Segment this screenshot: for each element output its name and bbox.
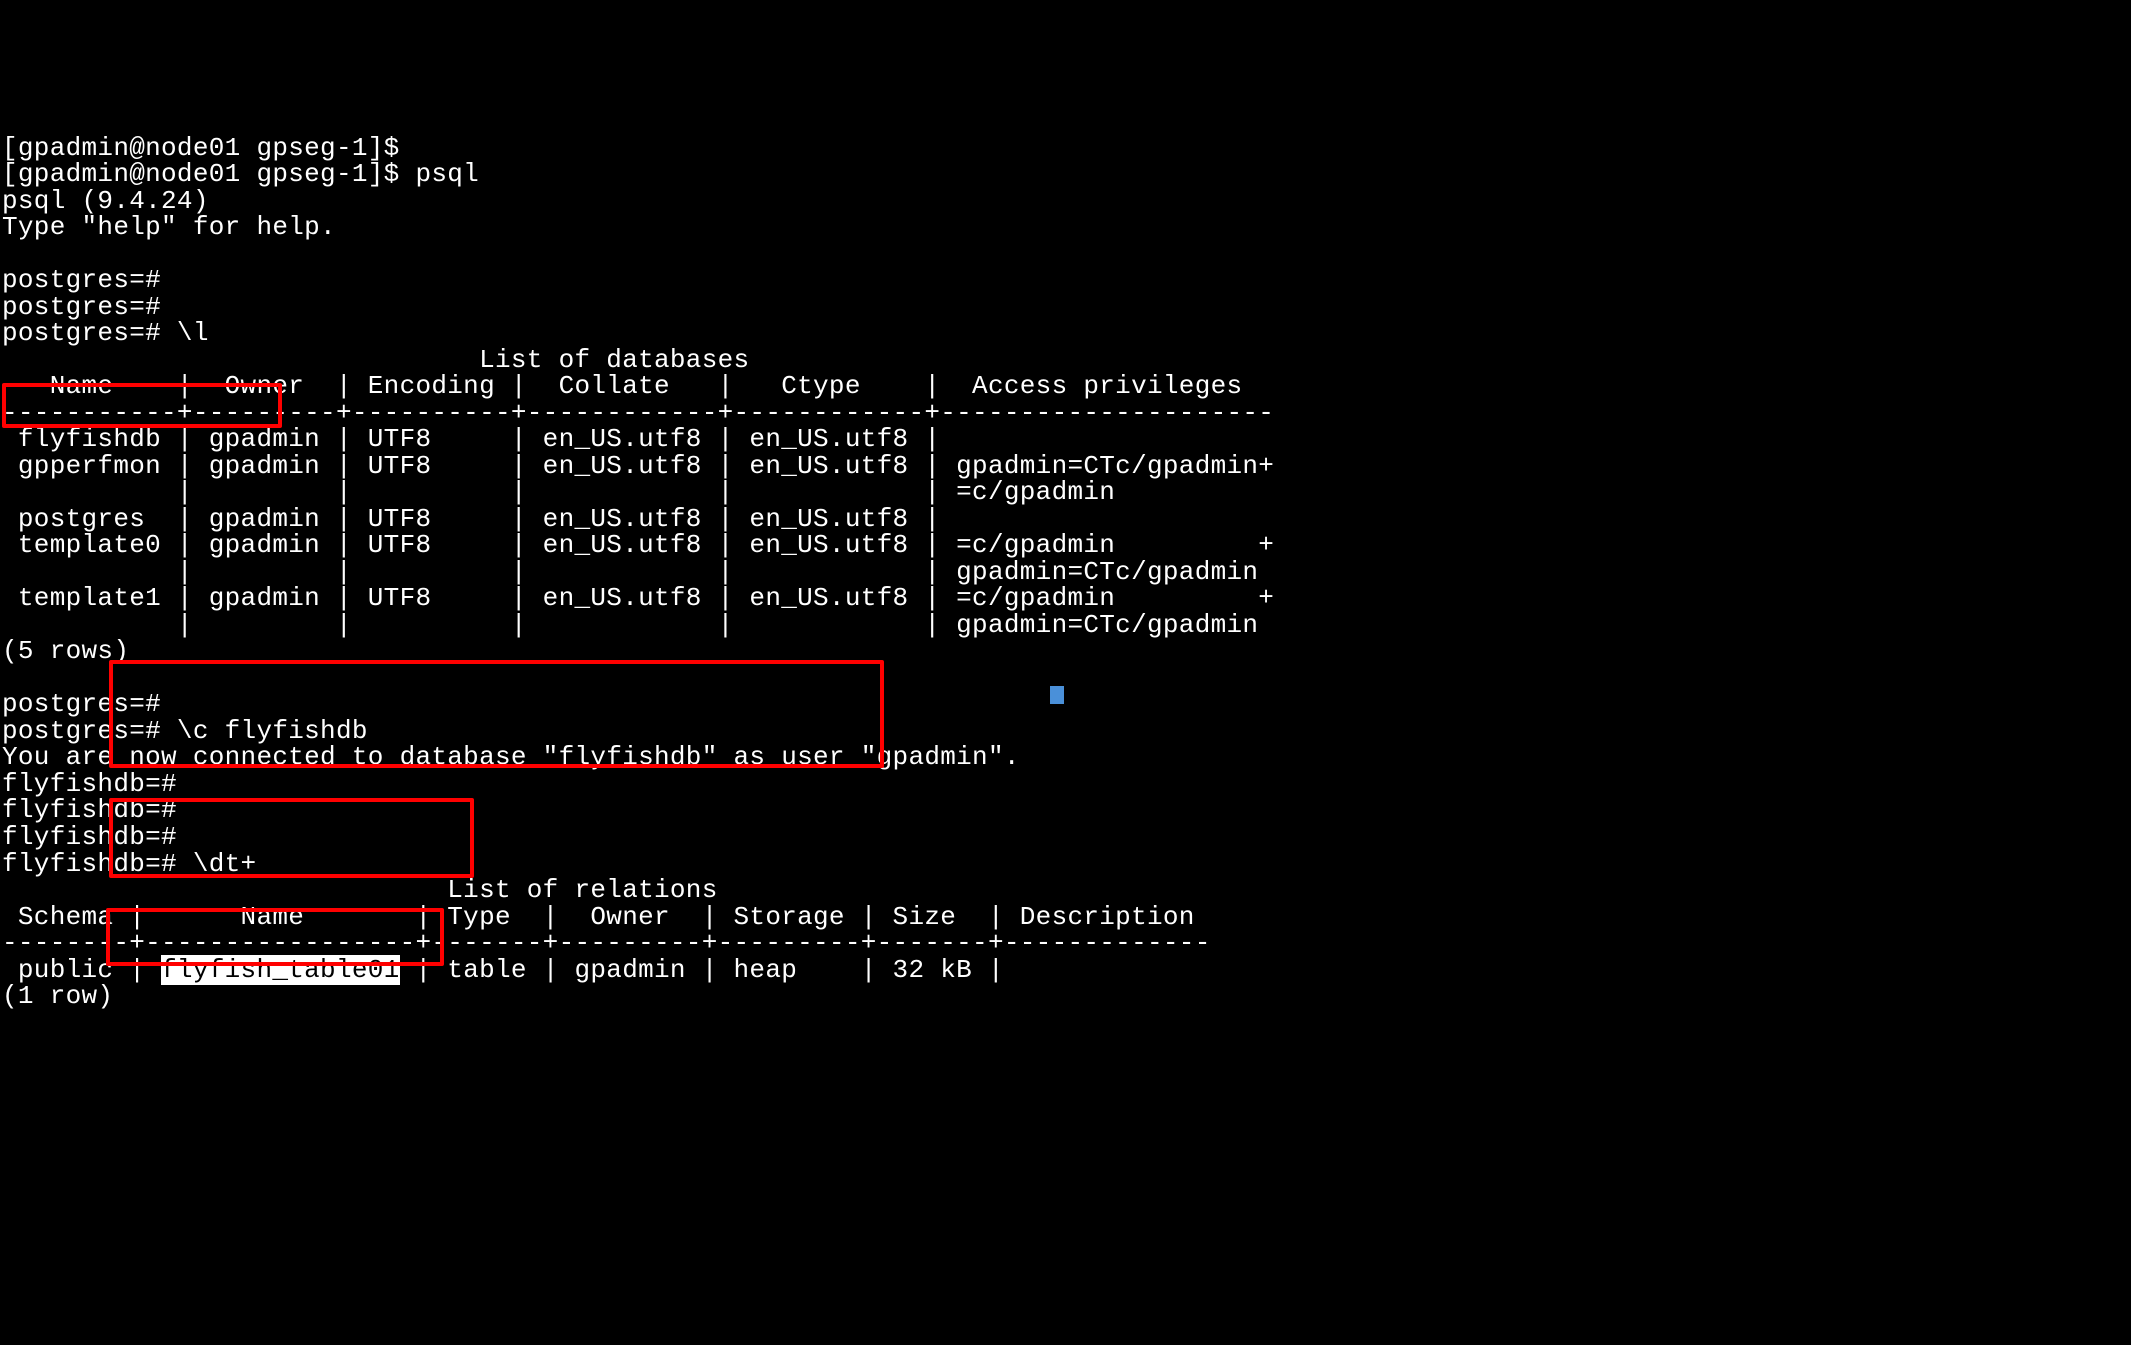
- db-list-header: Name | Owner | Encoding | Collate | Ctyp…: [2, 371, 1274, 401]
- table-row: postgres | gpadmin | UTF8 | en_US.utf8 |…: [2, 504, 956, 534]
- psql-prompt: flyfishdb=#: [2, 822, 177, 852]
- selected-table-name: flyfish_table01: [161, 955, 400, 985]
- row-count: (5 rows): [2, 636, 129, 666]
- psql-prompt: flyfishdb=# \dt+: [2, 849, 256, 879]
- db-list-title: List of databases: [2, 345, 749, 375]
- psql-prompt: postgres=# \l: [2, 318, 209, 348]
- terminal-output[interactable]: [gpadmin@node01 gpseg-1]$ [gpadmin@node0…: [2, 108, 2129, 1142]
- psql-prompt: postgres=#: [2, 265, 161, 295]
- rel-list-separator: --------+-----------------+-------+-----…: [2, 928, 1211, 958]
- psql-version: psql (9.4.24): [2, 186, 209, 216]
- cursor-icon: [1050, 686, 1064, 704]
- connect-msg: You are now connected to database "flyfi…: [2, 742, 1020, 772]
- row-count: (1 row): [2, 981, 113, 1011]
- psql-prompt: postgres=# \c flyfishdb: [2, 716, 368, 746]
- table-row: | | | | | =c/gpadmin: [2, 477, 1115, 507]
- psql-prompt: postgres=#: [2, 689, 161, 719]
- table-row: | | | | | gpadmin=CTc/gpadmin: [2, 557, 1258, 587]
- db-list-separator: -----------+---------+----------+-------…: [2, 398, 1274, 428]
- psql-prompt: flyfishdb=#: [2, 769, 177, 799]
- prompt-line: [gpadmin@node01 gpseg-1]$: [2, 133, 400, 163]
- table-row: template0 | gpadmin | UTF8 | en_US.utf8 …: [2, 530, 1274, 560]
- table-row: template1 | gpadmin | UTF8 | en_US.utf8 …: [2, 583, 1274, 613]
- psql-prompt: postgres=#: [2, 292, 161, 322]
- table-row: public | flyfish_table01 | table | gpadm…: [2, 955, 1020, 985]
- table-row: gpperfmon | gpadmin | UTF8 | en_US.utf8 …: [2, 451, 1274, 481]
- table-row: flyfishdb | gpadmin | UTF8 | en_US.utf8 …: [2, 424, 956, 454]
- psql-prompt: flyfishdb=#: [2, 795, 177, 825]
- help-hint: Type "help" for help.: [2, 212, 336, 242]
- table-row: | | | | | gpadmin=CTc/gpadmin: [2, 610, 1258, 640]
- prompt-line: [gpadmin@node01 gpseg-1]$ psql: [2, 159, 479, 189]
- rel-list-header: Schema | Name | Type | Owner | Storage |…: [2, 902, 1211, 932]
- rel-list-title: List of relations: [2, 875, 718, 905]
